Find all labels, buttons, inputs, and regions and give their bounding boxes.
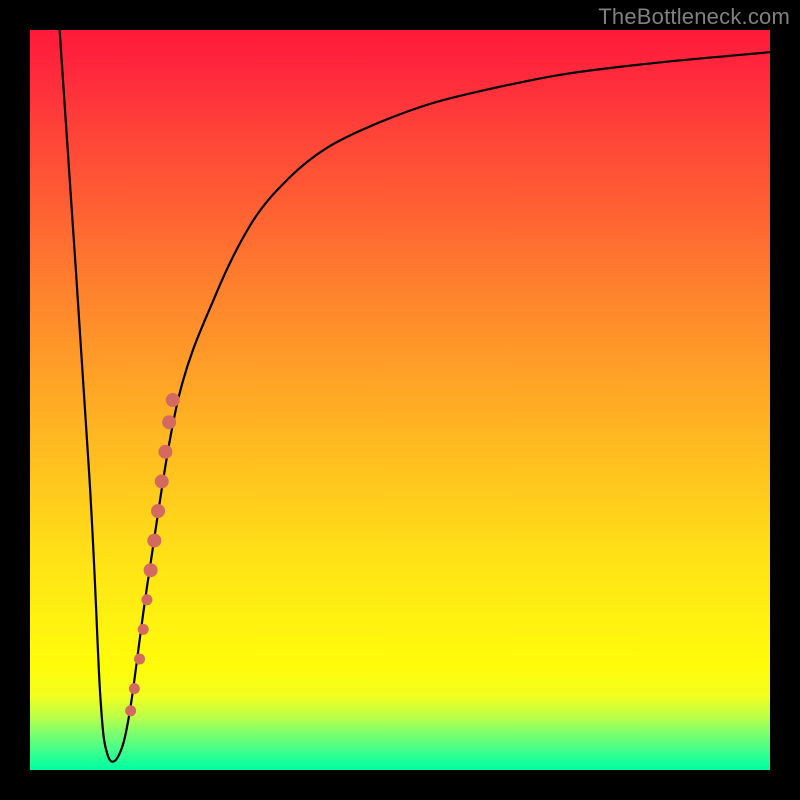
marker-dot (151, 504, 165, 518)
bottleneck-curve (60, 30, 770, 762)
marker-dot (158, 445, 172, 459)
marker-dot (147, 534, 161, 548)
chart-frame: TheBottleneck.com (0, 0, 800, 800)
marker-dot (134, 654, 145, 665)
plot-area (30, 30, 770, 770)
marker-dot (144, 563, 158, 577)
marker-dot (155, 474, 169, 488)
marker-dot (141, 594, 152, 605)
chart-svg (30, 30, 770, 770)
marker-dot (166, 393, 180, 407)
marker-dot (129, 683, 140, 694)
marker-dot (138, 624, 149, 635)
marker-dot (125, 705, 136, 716)
marker-dot (162, 415, 176, 429)
watermark-text: TheBottleneck.com (598, 4, 790, 30)
